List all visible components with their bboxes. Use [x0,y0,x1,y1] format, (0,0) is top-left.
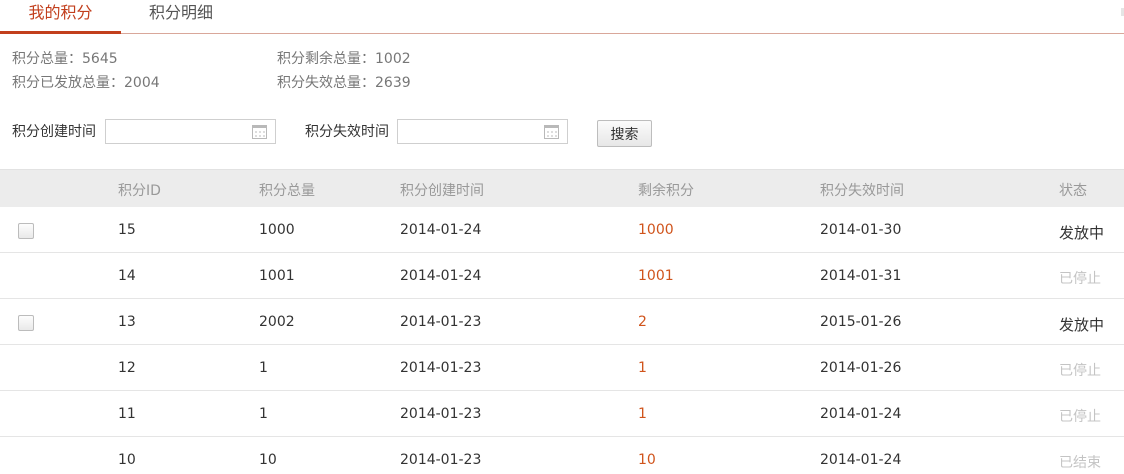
table-header: 积分ID 积分总量 积分创建时间 剩余积分 积分失效时间 状态 [0,169,1124,207]
expire-time-label: 积分失效时间 [305,124,389,140]
tab-points-detail[interactable]: 积分明细 [121,0,241,34]
table-row: 11 1 2014-01-23 1 2014-01-24 已停止 [0,391,1124,437]
cell-status: 已停止 [1059,271,1101,287]
cell-remain: 1 [638,360,647,376]
summary-expired: 积分失效总量：2639 [277,73,411,93]
cell-created: 2014-01-23 [400,406,482,422]
expire-time-input[interactable] [398,120,538,143]
row-checkbox[interactable] [18,315,34,331]
table-row: 12 1 2014-01-23 1 2014-01-26 已停止 [0,345,1124,391]
cell-created: 2014-01-23 [400,452,482,468]
col-header-id: 积分ID [118,183,161,199]
cell-total: 2002 [259,314,295,330]
created-time-label: 积分创建时间 [12,124,96,140]
summary-total-label: 积分总量： [12,51,82,67]
table-row: 15 1000 2014-01-24 1000 2014-01-30 发放中 [0,207,1124,253]
search-button[interactable]: 搜索 [597,120,652,147]
created-time-input[interactable] [106,120,246,143]
col-header-total: 积分总量 [259,183,315,199]
cell-id: 15 [118,222,136,238]
cell-id: 10 [118,452,136,468]
cell-id: 12 [118,360,136,376]
tab-bar: 我的积分 积分明细 [0,0,1124,34]
expire-time-field[interactable] [397,119,568,144]
calendar-icon[interactable] [544,125,559,139]
cell-expire: 2014-01-24 [820,452,902,468]
summary-total-value: 5645 [82,51,118,67]
cell-remain: 1001 [638,268,674,284]
col-header-remain: 剩余积分 [638,183,694,199]
table-row: 10 10 2014-01-23 10 2014-01-24 已结束 [0,437,1124,474]
summary-total: 积分总量：5645 [12,49,118,69]
cell-status: 已停止 [1059,409,1101,425]
cell-total: 1 [259,360,268,376]
cell-created: 2014-01-23 [400,360,482,376]
cell-id: 13 [118,314,136,330]
calendar-icon[interactable] [252,125,267,139]
summary-expired-value: 2639 [375,75,411,91]
cell-expire: 2015-01-26 [820,314,902,330]
cell-expire: 2014-01-30 [820,222,902,238]
tab-my-points[interactable]: 我的积分 [0,0,121,34]
col-header-status: 状态 [1059,183,1087,199]
cell-created: 2014-01-24 [400,222,482,238]
col-header-created: 积分创建时间 [400,183,484,199]
cell-expire: 2014-01-24 [820,406,902,422]
cell-id: 11 [118,406,136,422]
row-checkbox[interactable] [18,223,34,239]
col-header-expire: 积分失效时间 [820,183,904,199]
cell-remain: 2 [638,314,647,330]
cell-status: 已停止 [1059,363,1101,379]
cell-total: 10 [259,452,277,468]
summary-remain-label: 积分剩余总量： [277,51,375,67]
cell-created: 2014-01-24 [400,268,482,284]
table-row: 14 1001 2014-01-24 1001 2014-01-31 已停止 [0,253,1124,299]
cell-remain: 1000 [638,222,674,238]
summary-remain: 积分剩余总量：1002 [277,49,411,69]
cell-total: 1000 [259,222,295,238]
cell-id: 14 [118,268,136,284]
cell-expire: 2014-01-26 [820,360,902,376]
summary-issued: 积分已发放总量：2004 [12,73,160,93]
cell-created: 2014-01-23 [400,314,482,330]
cell-status: 已结束 [1059,455,1101,471]
created-time-field[interactable] [105,119,276,144]
cell-remain: 1 [638,406,647,422]
cell-expire: 2014-01-31 [820,268,902,284]
summary-issued-value: 2004 [124,75,160,91]
summary-issued-label: 积分已发放总量： [12,75,124,91]
cell-total: 1001 [259,268,295,284]
summary-expired-label: 积分失效总量： [277,75,375,91]
cell-status: 发放中 [1059,224,1105,242]
cell-total: 1 [259,406,268,422]
summary-remain-value: 1002 [375,51,411,67]
table-row: 13 2002 2014-01-23 2 2015-01-26 发放中 [0,299,1124,345]
cell-remain: 10 [638,452,656,468]
cell-status: 发放中 [1059,316,1105,334]
